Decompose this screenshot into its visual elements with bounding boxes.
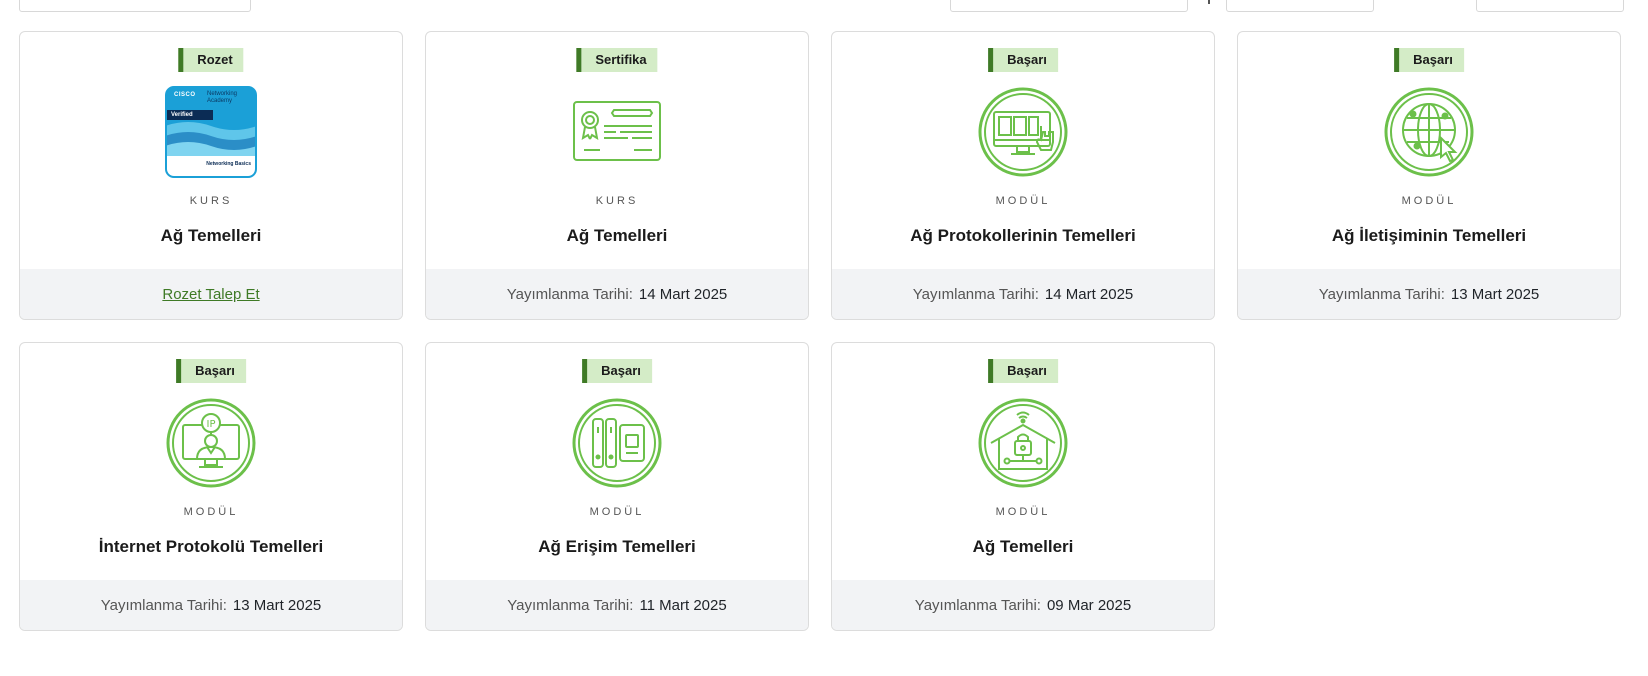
published-label: Yayımlanma Tarihi:	[100, 596, 227, 614]
smart-home-lock-icon	[977, 397, 1069, 489]
filter-dropdown[interactable]	[1226, 0, 1374, 12]
card-footer: Yayımlanma Tarihi: 09 Mar 2025	[832, 580, 1214, 630]
published-label: Yayımlanma Tarihi:	[507, 596, 634, 614]
credential-card[interactable]: Başarı IP MODÜL İnternet Protokolü Temel…	[19, 342, 403, 631]
type-tag: Başarı	[582, 359, 652, 383]
credential-card[interactable]: Başarı MODÜL Ağ Protokollerinin Temeller…	[831, 31, 1215, 320]
badge-course-name: Networking Basics	[206, 161, 251, 167]
published-date: 13 Mart 2025	[232, 596, 322, 614]
globe-cursor-icon	[1383, 86, 1475, 178]
sort-dropdown[interactable]	[19, 0, 251, 12]
item-kind: MODÜL	[1401, 195, 1457, 207]
card-footer: Yayımlanma Tarihi: 14 Mart 2025	[426, 269, 808, 319]
separator	[1208, 0, 1210, 4]
certificate-icon	[571, 86, 663, 178]
card-title: Ağ Temelleri	[160, 226, 262, 245]
type-tag: Başarı	[176, 359, 246, 383]
card-title: İnternet Protokolü Temelleri	[98, 537, 324, 556]
published-label: Yayımlanma Tarihi:	[914, 596, 1041, 614]
item-kind: MODÜL	[589, 506, 645, 518]
type-tag: Rozet	[178, 48, 244, 72]
filter-bar	[0, 0, 1648, 14]
published-date: 11 Mart 2025	[639, 596, 727, 614]
card-title: Ağ İletişiminin Temelleri	[1331, 226, 1527, 245]
item-kind: MODÜL	[995, 506, 1051, 518]
search-input[interactable]	[950, 0, 1188, 12]
published-label: Yayımlanma Tarihi:	[912, 285, 1039, 303]
card-title: Ağ Erişim Temelleri	[538, 537, 696, 556]
card-footer: Yayımlanma Tarihi: 13 Mart 2025	[20, 580, 402, 630]
card-title: Ağ Protokollerinin Temelleri	[910, 226, 1136, 245]
credential-card[interactable]: Sertifika KURS Ağ Temelleri Yayımlanma T…	[425, 31, 809, 320]
card-footer: Yayımlanma Tarihi: 11 Mart 2025	[426, 580, 808, 630]
published-date: 09 Mar 2025	[1046, 596, 1132, 614]
published-date: 14 Mart 2025	[638, 285, 728, 303]
type-tag: Sertifika	[576, 48, 658, 72]
published-date: 14 Mart 2025	[1044, 285, 1134, 303]
card-title: Ağ Temelleri	[972, 537, 1074, 556]
published-label: Yayımlanma Tarihi:	[1318, 285, 1445, 303]
published-date: 13 Mart 2025	[1450, 285, 1540, 303]
type-tag: Başarı	[988, 48, 1058, 72]
server-device-icon	[571, 397, 663, 489]
type-tag: Başarı	[988, 359, 1058, 383]
card-title: Ağ Temelleri	[566, 226, 668, 245]
cisco-networking-basics-badge-icon: CISCO Networking Academy Verified Networ…	[165, 86, 257, 178]
claim-badge-link[interactable]: Rozet Talep Et	[162, 286, 259, 303]
credential-grid: Rozet CISCO Networking Academy Verified …	[19, 31, 1621, 631]
card-footer: Yayımlanma Tarihi: 13 Mart 2025	[1238, 269, 1620, 319]
monitor-touch-icon	[977, 86, 1069, 178]
credential-card[interactable]: Rozet CISCO Networking Academy Verified …	[19, 31, 403, 320]
view-dropdown[interactable]	[1476, 0, 1624, 12]
published-label: Yayımlanma Tarihi:	[506, 285, 633, 303]
credential-card[interactable]: Başarı MODÜL Ağ Temelleri Yayımlanma Tar…	[831, 342, 1215, 631]
item-kind: KURS	[189, 195, 233, 207]
item-kind: KURS	[595, 195, 639, 207]
card-footer: Yayımlanma Tarihi: 14 Mart 2025	[832, 269, 1214, 319]
type-tag: Başarı	[1394, 48, 1464, 72]
svg-text:IP: IP	[207, 419, 216, 430]
ip-person-monitor-icon: IP	[165, 397, 257, 489]
credential-card[interactable]: Başarı MODÜL Ağ İletişiminin Temelleri Y…	[1237, 31, 1621, 320]
item-kind: MODÜL	[995, 195, 1051, 207]
item-kind: MODÜL	[183, 506, 239, 518]
credential-card[interactable]: Başarı MODÜL Ağ Erişim Temelleri Yayımla…	[425, 342, 809, 631]
card-footer: Rozet Talep Et	[20, 269, 402, 319]
